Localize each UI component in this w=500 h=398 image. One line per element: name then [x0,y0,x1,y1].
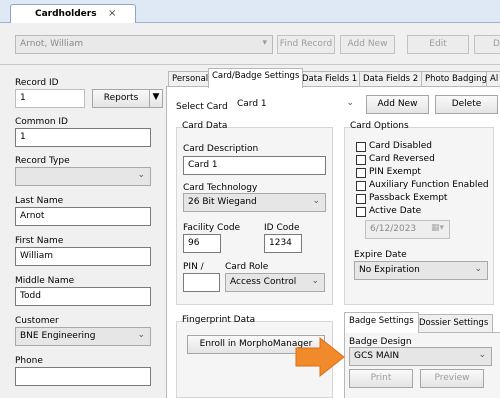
add-new-record-button[interactable]: Add New [340,35,395,54]
arrow-annotation-icon [295,336,345,378]
auxiliary-function-label: Auxiliary Function Enabled [369,180,489,190]
first-name-label: First Name [15,236,64,246]
tab-personal[interactable]: Personal [168,71,213,87]
caret-down-icon: ▼ [152,92,160,102]
tab-data-fields-2[interactable]: Data Fields 2 [359,71,423,87]
facility-code-label: Facility Code [183,223,241,233]
chevron-down-icon: ⌄ [311,276,319,286]
card-options-title: Card Options [350,121,409,131]
record-id-field: 1 [15,89,85,108]
middle-name-field[interactable]: Todd [15,287,151,306]
chevron-down-icon: ⌄ [137,330,145,340]
calendar-icon: ▦▾ [430,223,444,233]
tab-more[interactable]: Al [486,71,500,87]
phone-field[interactable] [15,367,151,386]
expire-date-value: No Expiration [359,265,420,275]
card-technology-select[interactable]: 26 Bit Wiegand ⌄ [183,193,326,212]
close-icon[interactable]: × [108,8,116,19]
chevron-down-icon: ⌄ [478,350,486,360]
passback-exempt-checkbox[interactable] [356,194,366,204]
chevron-down-icon: ⌄ [346,98,354,108]
expire-date-select[interactable]: No Expiration ⌄ [354,261,488,280]
badge-design-value: GCS MAIN [354,351,400,361]
chevron-down-icon: ▾ [262,38,267,48]
badge-design-select[interactable]: GCS MAIN ⌄ [349,347,492,366]
edit-button[interactable]: Edit [407,35,469,54]
select-card-value: Card 1 [237,99,267,109]
badge-design-label: Badge Design [349,337,412,347]
record-type-label: Record Type [15,156,70,166]
card-role-value: Access Control [230,277,297,287]
add-new-card-button[interactable]: Add New [366,95,429,114]
print-button[interactable]: Print [349,369,413,388]
tab-dossier-settings[interactable]: Dossier Settings [414,314,494,332]
chevron-down-icon: ⌄ [474,264,482,274]
last-name-field[interactable]: Arnot [15,207,151,226]
find-record-button[interactable]: Find Record [277,35,335,54]
passback-exempt-label: Passback Exempt [369,193,448,203]
card-role-select[interactable]: Access Control ⌄ [225,273,325,292]
record-type-select[interactable]: ⌄ [15,167,151,186]
card-data-title: Card Data [182,121,228,131]
customer-label: Customer [15,316,59,326]
card-description-field[interactable]: Card 1 [183,156,326,175]
tab-photo-badging[interactable]: Photo Badging [421,71,491,87]
common-id-label: Common ID [15,117,68,127]
customer-value: BNE Engineering [20,331,96,341]
select-card-dropdown[interactable]: Card 1 ⌄ [233,96,359,115]
card-reversed-label: Card Reversed [369,154,435,164]
active-date-checkbox[interactable] [356,207,366,217]
card-role-label: Card Role [225,262,269,272]
pin-exempt-label: PIN Exempt [369,167,421,177]
chevron-down-icon: ⌄ [312,196,320,206]
card-disabled-checkbox[interactable] [356,142,366,152]
delete-card-button[interactable]: Delete [435,95,498,114]
card-description-label: Card Description [183,144,259,154]
first-name-field[interactable]: William [15,247,151,266]
fingerprint-title: Fingerprint Data [182,315,256,325]
pin-label: PIN / [183,262,204,272]
card-technology-value: 26 Bit Wiegand [188,197,257,207]
facility-code-field[interactable]: 96 [183,234,221,253]
preview-button[interactable]: Preview [420,369,484,388]
customer-select[interactable]: BNE Engineering ⌄ [15,327,151,346]
middle-name-label: Middle Name [15,276,75,286]
expire-date-label: Expire Date [354,250,407,260]
auxiliary-function-checkbox[interactable] [356,181,366,191]
record-id-label: Record ID [15,78,59,88]
active-date-label: Active Date [369,206,422,216]
cardholder-select[interactable]: Arnot, William ▾ [15,35,273,54]
last-name-label: Last Name [15,196,64,206]
pin-field[interactable] [183,273,220,292]
cardholders-tab-label: Cardholders [35,9,97,19]
card-disabled-label: Card Disabled [369,141,433,151]
tab-card-badge-settings[interactable]: Card/Badge Settings [208,68,304,88]
phone-label: Phone [15,356,43,366]
cardholders-tab[interactable]: Cardholders × [10,4,136,24]
chevron-down-icon: ⌄ [137,170,145,180]
pin-exempt-checkbox[interactable] [356,168,366,178]
tab-data-fields-1[interactable]: Data Fields 1 [298,71,362,87]
active-date-value: 6/12/2023 [370,224,417,234]
active-date-picker[interactable]: 6/12/2023 ▦▾ [365,220,450,239]
reports-dropdown-button[interactable]: ▼ [149,89,163,108]
id-code-label: ID Code [264,223,300,233]
cardholder-select-value: Arnot, William [20,39,84,49]
select-card-label: Select Card [176,102,228,112]
delete-record-button[interactable]: D [474,35,500,54]
card-technology-label: Card Technology [183,183,258,193]
reports-button[interactable]: Reports [92,89,150,108]
common-id-field[interactable]: 1 [15,128,151,147]
card-reversed-checkbox[interactable] [356,155,366,165]
id-code-field[interactable]: 1234 [264,234,302,253]
tab-badge-settings[interactable]: Badge Settings [344,312,419,333]
